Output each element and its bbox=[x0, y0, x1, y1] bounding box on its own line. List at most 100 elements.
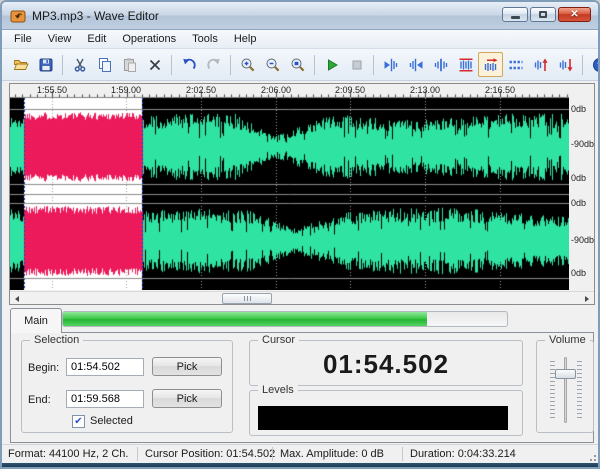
volume-ticks-right bbox=[577, 361, 582, 419]
paste-button[interactable] bbox=[117, 52, 142, 77]
close-button[interactable]: ✕ bbox=[558, 7, 591, 22]
amplify-down-icon bbox=[559, 58, 573, 71]
menu-view[interactable]: View bbox=[40, 31, 80, 47]
redo-icon bbox=[206, 58, 220, 69]
toolbar-separator bbox=[171, 54, 172, 75]
minimize-button[interactable] bbox=[502, 7, 528, 22]
help-button[interactable]: ? bbox=[587, 52, 600, 77]
zoom-out-button[interactable] bbox=[260, 52, 285, 77]
status-cursor-position: Cursor Position: 01:54.502 bbox=[145, 448, 276, 460]
amplify-up-button[interactable] bbox=[528, 52, 553, 77]
begin-field[interactable] bbox=[66, 358, 144, 376]
trim-right-button[interactable] bbox=[403, 52, 428, 77]
undo-button[interactable] bbox=[176, 52, 201, 77]
copy-button[interactable] bbox=[92, 52, 117, 77]
toolbar-separator bbox=[62, 54, 63, 75]
progress-bar bbox=[62, 311, 508, 327]
cursor-marker-button[interactable] bbox=[478, 52, 503, 77]
pick-begin-button[interactable]: Pick bbox=[152, 357, 222, 376]
menu-edit[interactable]: Edit bbox=[79, 31, 114, 47]
check-icon: ✔ bbox=[74, 415, 83, 427]
copy-icon bbox=[98, 57, 111, 72]
pick-end-button[interactable]: Pick bbox=[152, 389, 222, 408]
toolbar-separator bbox=[314, 54, 315, 75]
scroll-left-button[interactable] bbox=[10, 292, 24, 305]
play-button[interactable] bbox=[319, 52, 344, 77]
selection-group: Selection Begin: Pick End: Pick ✔ Select… bbox=[21, 334, 233, 433]
trim-left-button[interactable] bbox=[378, 52, 403, 77]
silence-button[interactable] bbox=[503, 52, 528, 77]
window-bottom-border bbox=[2, 463, 598, 467]
maximize-icon bbox=[539, 11, 547, 18]
play-icon bbox=[327, 58, 338, 71]
close-icon: ✕ bbox=[570, 8, 579, 20]
ruler-tick-label: 2:06.00 bbox=[260, 85, 292, 95]
amplify-down-button[interactable] bbox=[553, 52, 578, 77]
main-panel: Selection Begin: Pick End: Pick ✔ Select… bbox=[10, 332, 594, 443]
toolbar-separator bbox=[373, 54, 374, 75]
stop-button[interactable] bbox=[344, 52, 369, 77]
wave-rails-icon bbox=[459, 57, 472, 72]
waveform-canvas[interactable] bbox=[10, 84, 569, 290]
volume-slider-track[interactable] bbox=[564, 357, 567, 423]
redo-button[interactable] bbox=[201, 52, 226, 77]
menu-help[interactable]: Help bbox=[226, 31, 265, 47]
zoom-in-icon bbox=[241, 58, 254, 71]
status-format: Format: 44100 Hz, 2 Ch. bbox=[8, 448, 129, 460]
center-wave-button[interactable] bbox=[428, 52, 453, 77]
save-button[interactable] bbox=[33, 52, 58, 77]
levels-legend: Levels bbox=[258, 384, 298, 396]
begin-label: Begin: bbox=[28, 362, 60, 374]
ruler-tick-label: 2:09.50 bbox=[334, 85, 366, 95]
menu-operations[interactable]: Operations bbox=[114, 31, 184, 47]
horizontal-scrollbar[interactable] bbox=[10, 291, 594, 304]
maximize-button[interactable] bbox=[530, 7, 556, 22]
wave-editor-window: MP3.mp3 - Wave Editor ✕ File View Edit O… bbox=[0, 0, 600, 469]
scroll-right-button[interactable] bbox=[580, 292, 594, 305]
volume-slider-thumb[interactable] bbox=[555, 369, 576, 379]
ruler-tick-label: 2:13.00 bbox=[409, 85, 441, 95]
menu-tools[interactable]: Tools bbox=[184, 31, 226, 47]
db-axis-label: 0db bbox=[571, 198, 587, 208]
minimize-icon bbox=[510, 16, 520, 19]
levels-meter bbox=[258, 406, 508, 430]
menu-bar: File View Edit Operations Tools Help bbox=[2, 30, 598, 49]
levels-group: Levels bbox=[249, 384, 523, 436]
status-bar: Format: 44100 Hz, 2 Ch. Cursor Position:… bbox=[2, 444, 598, 463]
selection-legend: Selection bbox=[30, 334, 84, 346]
save-icon bbox=[39, 58, 52, 71]
zoom-in-button[interactable] bbox=[235, 52, 260, 77]
delete-button[interactable] bbox=[142, 52, 167, 77]
undo-icon bbox=[182, 58, 196, 69]
tab-main[interactable]: Main bbox=[10, 308, 62, 333]
cursor-position-value: 01:54.502 bbox=[322, 349, 450, 379]
ruler-tick-label: 1:59.00 bbox=[110, 85, 142, 95]
wave-cursor-icon bbox=[484, 57, 497, 71]
db-axis-label: 0db bbox=[571, 173, 587, 183]
ruler-tick-label: 2:16.50 bbox=[484, 85, 516, 95]
help-icon: ? bbox=[592, 57, 600, 72]
db-axis-label: 0db bbox=[571, 268, 587, 278]
selected-checkbox[interactable]: ✔ bbox=[72, 415, 85, 428]
scrollbar-thumb[interactable] bbox=[222, 293, 272, 304]
stop-icon bbox=[352, 60, 361, 69]
ruler-tick-label: 2:02.50 bbox=[185, 85, 217, 95]
amplify-up-icon bbox=[534, 58, 548, 71]
zoom-out-icon bbox=[266, 58, 279, 71]
db-axis-label: -90db bbox=[571, 235, 595, 245]
toolbar-separator bbox=[230, 54, 231, 75]
open-folder-icon bbox=[13, 59, 29, 70]
ruler-tick-label: 1:55.50 bbox=[36, 85, 68, 95]
open-button[interactable] bbox=[8, 52, 33, 77]
cut-button[interactable] bbox=[67, 52, 92, 77]
scroll-right-icon bbox=[585, 295, 589, 302]
svg-text:?: ? bbox=[596, 60, 600, 71]
toolbar-separator bbox=[582, 54, 583, 75]
end-field[interactable] bbox=[66, 390, 144, 408]
rails-button[interactable] bbox=[453, 52, 478, 77]
zoom-selection-button[interactable] bbox=[285, 52, 310, 77]
menu-file[interactable]: File bbox=[6, 31, 40, 47]
db-axis-label: -90db bbox=[571, 139, 595, 149]
title-bar[interactable]: MP3.mp3 - Wave Editor ✕ bbox=[2, 2, 598, 30]
resize-grip[interactable] bbox=[586, 451, 596, 461]
